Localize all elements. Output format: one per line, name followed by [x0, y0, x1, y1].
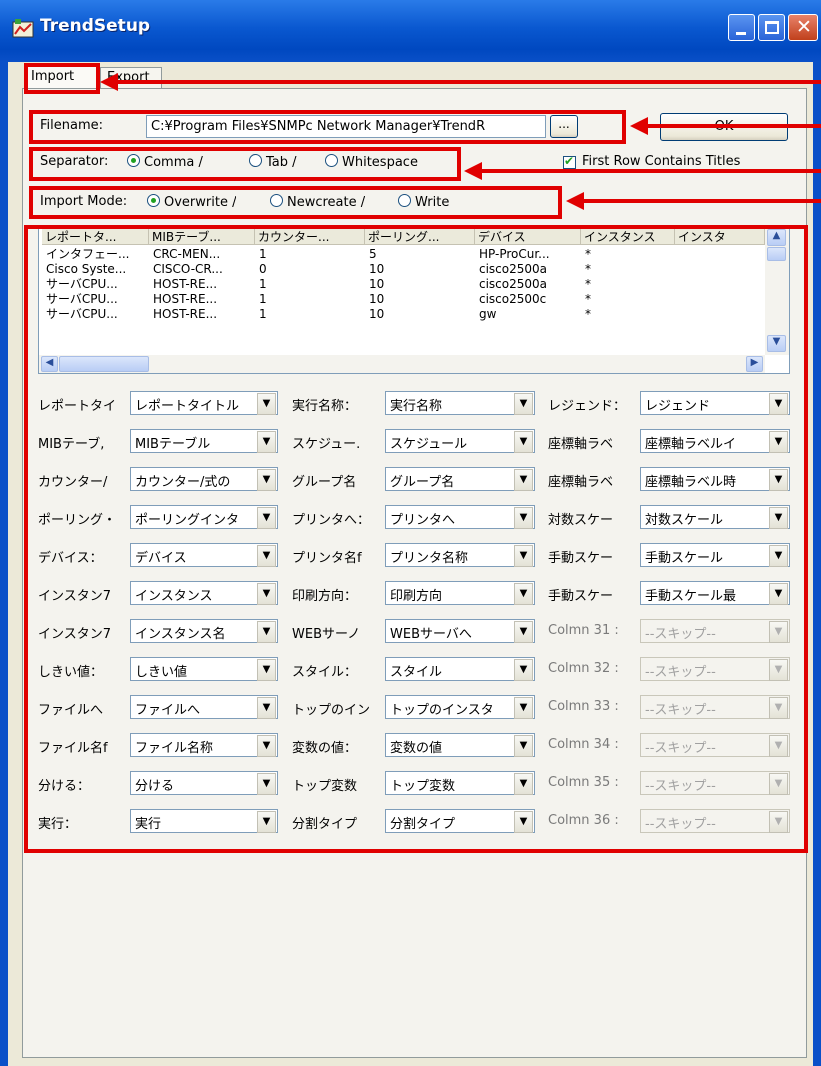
annotation-arrow-import-mode — [582, 199, 821, 203]
maximize-button[interactable] — [758, 14, 785, 41]
close-button[interactable]: ✕ — [788, 14, 818, 41]
window-border-left — [0, 62, 8, 1066]
close-icon: ✕ — [796, 16, 812, 38]
annotation-arrowhead-filename — [630, 117, 648, 135]
window-title: TrendSetup — [40, 16, 151, 36]
maximize-icon — [765, 21, 779, 34]
annotation-box-separator — [29, 147, 461, 181]
first-row-checkbox[interactable] — [563, 154, 576, 169]
minimize-icon — [736, 32, 746, 35]
annotation-arrow-tab — [116, 80, 821, 84]
annotation-arrow-filename — [646, 124, 821, 128]
annotation-box-tab — [24, 63, 100, 94]
minimize-button[interactable] — [728, 14, 755, 41]
annotation-box-field-mapping — [24, 225, 808, 853]
title-bar[interactable]: TrendSetup ✕ — [0, 0, 821, 62]
annotation-arrow-separator — [480, 169, 821, 173]
annotation-box-import-mode — [29, 186, 562, 219]
window-border-right — [813, 62, 821, 1066]
annotation-box-filename — [29, 110, 626, 144]
first-row-label: First Row Contains Titles — [582, 154, 741, 166]
trend-app-icon — [12, 19, 34, 38]
trendsetup-window: TrendSetup ✕ Import Export Filename: C:¥… — [0, 0, 821, 1066]
annotation-arrowhead-separator — [464, 162, 482, 180]
annotation-arrowhead-import-mode — [566, 192, 584, 210]
annotation-arrowhead-tab — [100, 73, 118, 91]
